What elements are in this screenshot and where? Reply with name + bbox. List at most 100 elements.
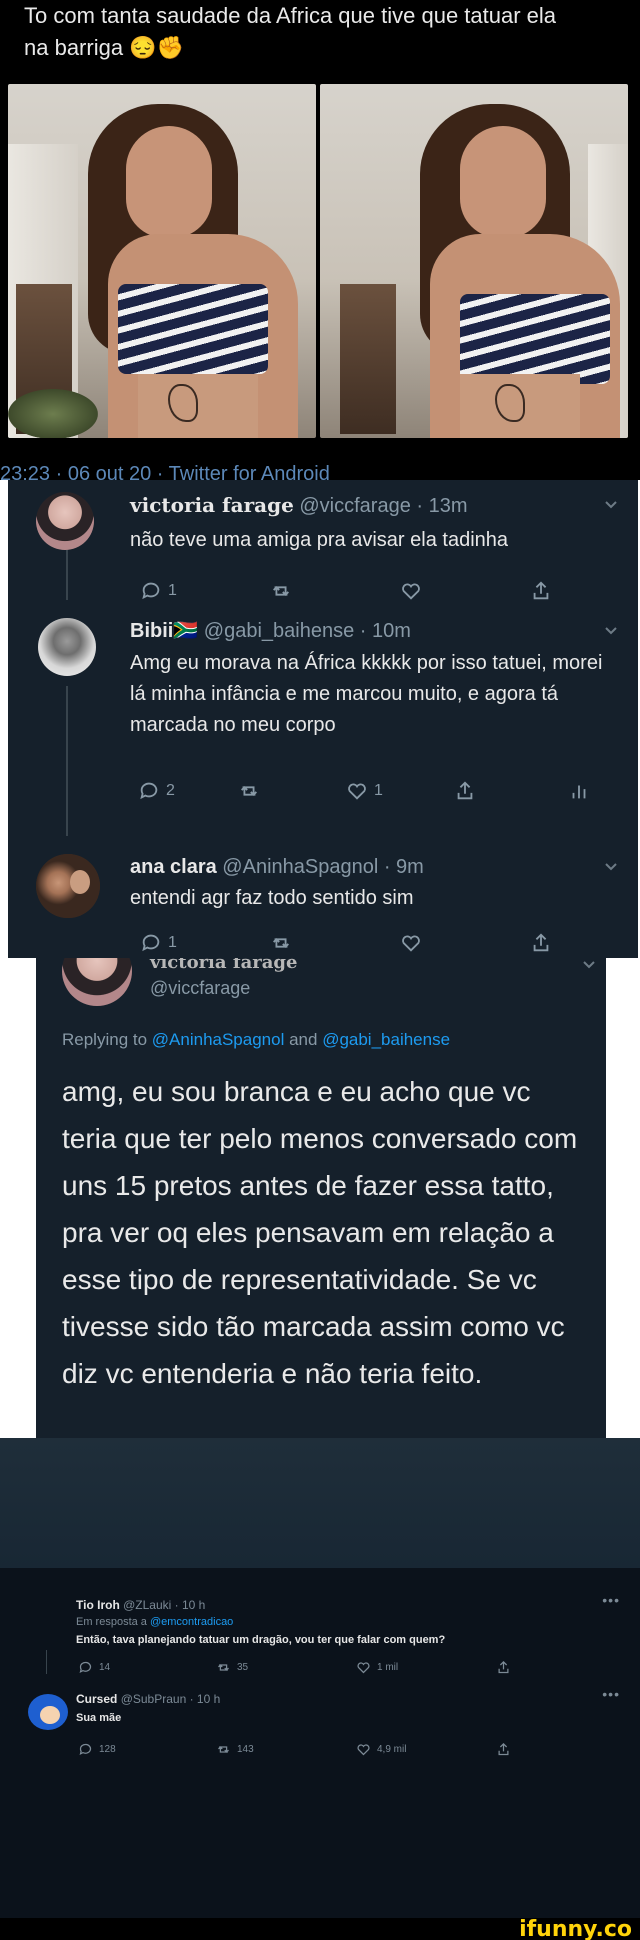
replying-and-label: and bbox=[284, 1030, 323, 1049]
tweet-actions: 14 35 1 mil bbox=[78, 1660, 548, 1676]
retweet-icon bbox=[273, 938, 289, 948]
chevron-down-icon[interactable] bbox=[604, 860, 618, 874]
reply-author-handle: @gabi_baihense · 10m bbox=[203, 620, 411, 642]
tweet-actions: 128 143 4,9 mil bbox=[78, 1742, 548, 1758]
tweet-photo-right[interactable] bbox=[320, 84, 628, 438]
reply-icon bbox=[79, 1743, 92, 1756]
reply-text: não teve uma amiga pra avisar ela tadinh… bbox=[130, 529, 509, 551]
grayscale-photo-avatar[interactable] bbox=[38, 618, 96, 676]
reply-count: 1 bbox=[168, 582, 177, 599]
reply-button[interactable]: 1 bbox=[140, 580, 177, 602]
share-icon bbox=[498, 1742, 509, 1756]
share-icon bbox=[533, 933, 549, 952]
reply-author-handle: @ZLauki · 10 h bbox=[123, 1598, 206, 1612]
reply-icon bbox=[142, 934, 160, 952]
reply-button[interactable]: 2 bbox=[138, 780, 175, 802]
retweet-button[interactable] bbox=[270, 932, 292, 954]
reply-text: amg, eu sou branca e eu acho que vc teri… bbox=[62, 1076, 578, 1389]
reply-text: entendi agr faz todo sentido sim bbox=[130, 887, 414, 909]
chevron-down-icon[interactable] bbox=[582, 958, 596, 972]
replies-panel-dark: victoria farage @viccfarage · 13m não te… bbox=[8, 480, 638, 958]
reply-icon bbox=[140, 782, 158, 800]
retweet-button[interactable]: 143 bbox=[216, 1742, 254, 1757]
chevron-down-icon[interactable] bbox=[604, 624, 618, 638]
reply-text: Amg eu morava na África kkkkk por isso t… bbox=[130, 652, 603, 736]
heart-icon bbox=[357, 1662, 370, 1674]
heart-icon bbox=[402, 935, 420, 952]
reply-author-handle: @viccfarage bbox=[150, 978, 251, 998]
like-button[interactable] bbox=[400, 580, 422, 602]
like-count: 1 mil bbox=[377, 1662, 399, 1673]
share-button[interactable] bbox=[496, 1742, 511, 1757]
reply-author-handle: @viccfarage · 13m bbox=[299, 495, 468, 517]
retweet-icon bbox=[218, 1746, 229, 1753]
tweet-actions: 1 bbox=[140, 580, 580, 604]
more-options-icon[interactable]: ••• bbox=[602, 1686, 620, 1702]
share-button[interactable] bbox=[454, 780, 476, 802]
retweet-button[interactable] bbox=[238, 780, 260, 802]
replying-to-user-link[interactable]: @emcontradicao bbox=[150, 1616, 233, 1628]
reply-text: Sua mãe bbox=[76, 1712, 122, 1724]
retweet-count: 143 bbox=[237, 1744, 254, 1755]
like-button[interactable]: 1 bbox=[346, 780, 383, 802]
like-button[interactable]: 4,9 mil bbox=[356, 1742, 406, 1757]
replying-to-line: Replying to @AninhaSpagnol and @gabi_bai… bbox=[62, 1030, 450, 1050]
reply-button[interactable]: 1 bbox=[140, 932, 177, 954]
reply-text: Então, tava planejando tatuar um dragão,… bbox=[76, 1634, 446, 1646]
tweet-photo-left[interactable] bbox=[8, 84, 316, 438]
heart-icon bbox=[357, 1744, 370, 1756]
thread-line bbox=[46, 1650, 47, 1674]
reply-author-name[interactable]: victoria farage bbox=[130, 493, 294, 517]
share-icon bbox=[533, 581, 549, 600]
two-girls-avatar[interactable] bbox=[36, 854, 100, 918]
masked-person-avatar[interactable] bbox=[36, 492, 94, 550]
share-button[interactable] bbox=[496, 1660, 511, 1675]
replying-to-label: Em resposta a bbox=[76, 1616, 150, 1628]
retweet-icon bbox=[273, 586, 289, 596]
masked-person-avatar[interactable] bbox=[62, 958, 132, 1006]
thread-line bbox=[66, 550, 68, 600]
like-count: 1 bbox=[374, 782, 383, 799]
share-button[interactable] bbox=[530, 580, 552, 602]
like-button[interactable]: 1 mil bbox=[356, 1660, 398, 1675]
replying-to-user-link[interactable]: @gabi_baihense bbox=[322, 1030, 450, 1049]
tweet-actions: 1 bbox=[140, 932, 580, 956]
analytics-icon bbox=[572, 785, 586, 799]
reply-button[interactable]: 128 bbox=[78, 1742, 116, 1757]
reply-count: 128 bbox=[99, 1744, 116, 1755]
retweet-button[interactable] bbox=[270, 580, 292, 602]
second-thread-panel: Tio Iroh @ZLauki · 10 h ••• Em resposta … bbox=[0, 1438, 640, 1918]
iroh-avatar[interactable] bbox=[22, 1594, 68, 1640]
reply-author-name[interactable]: victoria farage bbox=[150, 958, 297, 973]
reply-author-handle: @AninhaSpagnol · 9m bbox=[222, 856, 424, 878]
share-button[interactable] bbox=[530, 932, 552, 954]
share-icon bbox=[498, 1660, 509, 1674]
retweet-count: 35 bbox=[237, 1662, 249, 1673]
more-options-icon[interactable]: ••• bbox=[602, 1592, 620, 1608]
ifunny-watermark: ifunny.co bbox=[519, 1917, 632, 1940]
tweet-timestamp-source: 23:23 · 06 out 20 · Twitter for Android bbox=[0, 463, 330, 480]
original-tweet-panel: To com tanta saudade da Africa que tive … bbox=[0, 0, 640, 480]
retweet-button[interactable]: 35 bbox=[216, 1660, 248, 1675]
reply-icon bbox=[79, 1661, 92, 1674]
reply-icon bbox=[142, 582, 160, 600]
heart-icon bbox=[348, 783, 366, 800]
reply-count: 1 bbox=[168, 934, 177, 951]
share-icon bbox=[457, 781, 473, 800]
reply-author-name[interactable]: ana clara bbox=[130, 856, 217, 878]
tweet-actions: 2 1 bbox=[138, 780, 586, 804]
reply-author-name[interactable]: Tio Iroh bbox=[76, 1598, 120, 1612]
like-button[interactable] bbox=[400, 932, 422, 954]
cartoon-hedgehog-avatar[interactable] bbox=[22, 1688, 74, 1740]
chevron-down-icon[interactable] bbox=[604, 498, 618, 512]
replying-to-line: Em resposta a @emcontradicao bbox=[76, 1616, 233, 1628]
reply-author-name[interactable]: Bibii🇿🇦 bbox=[130, 620, 198, 642]
blurred-header-area bbox=[0, 1438, 640, 1568]
replying-to-user-link[interactable]: @AninhaSpagnol bbox=[152, 1030, 285, 1049]
reply-button[interactable]: 14 bbox=[78, 1660, 110, 1675]
analytics-button[interactable] bbox=[568, 780, 590, 802]
expanded-reply-panel: victoria farage @viccfarage Replying to … bbox=[36, 958, 606, 1438]
reply-count: 2 bbox=[166, 782, 175, 799]
retweet-icon bbox=[241, 786, 257, 796]
reply-author-name[interactable]: Cursed bbox=[76, 1692, 117, 1706]
